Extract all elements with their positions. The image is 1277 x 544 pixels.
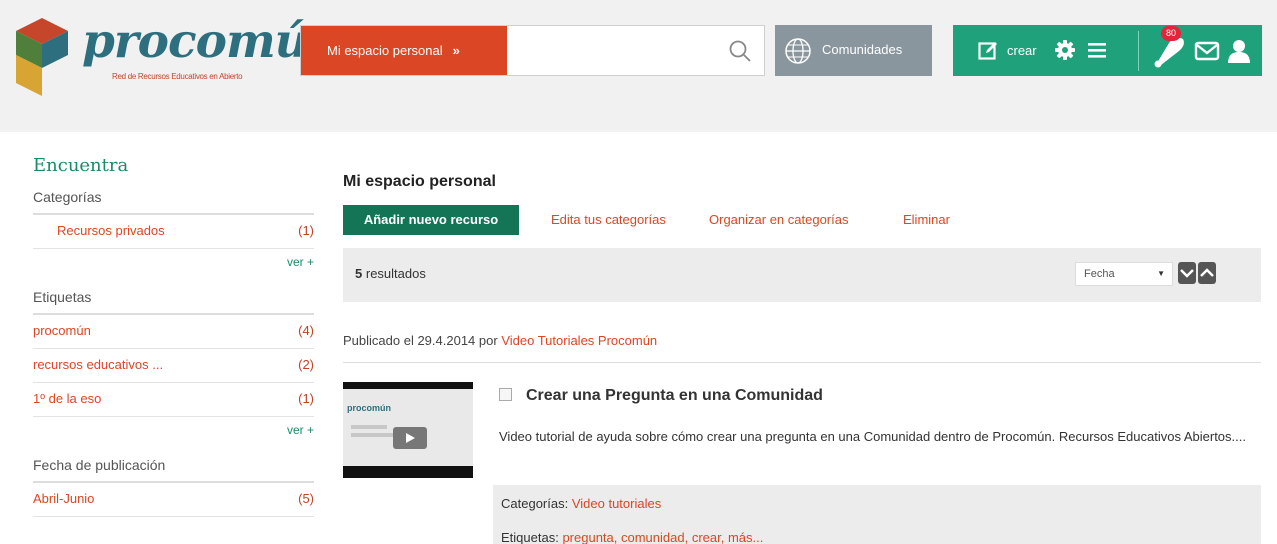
categories-row: Categorías: Video tutoriales (501, 496, 661, 511)
tags-more-link[interactable]: ver + (33, 417, 314, 447)
search-input[interactable] (511, 34, 711, 66)
resource-title-text: Crear una Pregunta en una Comunidad (526, 387, 823, 404)
organize-categories-link[interactable]: Organizar en categorías (709, 205, 848, 235)
categories-heading: Categorías (33, 189, 314, 215)
search-bar: Mi espacio personal » (300, 25, 765, 76)
toolbar-divider (1138, 31, 1139, 71)
results-bar: 5 resultados Fecha ▼ (343, 248, 1261, 302)
search-scope-label: Mi espacio personal (327, 43, 443, 58)
sort-ascending-button[interactable] (1198, 262, 1216, 284)
category-link[interactable]: Video tutoriales (572, 496, 661, 511)
create-link[interactable]: crear (1007, 43, 1037, 58)
filter-item[interactable]: Recursos privados (1) (33, 215, 314, 249)
communities-button[interactable]: Comunidades (775, 25, 932, 76)
sort-select[interactable]: Fecha ▼ (1075, 262, 1173, 286)
filter-label: Abril-Junio (33, 491, 95, 506)
main-content: Mi espacio personal Añadir nuevo recurso… (343, 165, 1261, 544)
resource-title[interactable]: Crear una Pregunta en una Comunidad (499, 387, 823, 405)
date-heading: Fecha de publicación (33, 457, 314, 483)
globe-icon (785, 38, 811, 64)
chevron-down-icon (1180, 269, 1194, 278)
filter-item[interactable]: 1º de la eso (1) (33, 383, 314, 417)
search-scope-button[interactable]: Mi espacio personal » (301, 26, 507, 75)
user-icon[interactable] (1227, 38, 1251, 64)
sidebar-title: Encuentra (33, 155, 129, 176)
published-prefix: Publicado el 29.4.2014 por (343, 333, 498, 348)
results-number: 5 (355, 266, 363, 281)
filter-count: (4) (298, 323, 314, 338)
filter-count: (1) (298, 391, 314, 406)
play-icon (393, 427, 427, 449)
filter-label: recursos educativos ... (33, 357, 164, 372)
page-title: Mi espacio personal (343, 173, 496, 190)
sort-descending-button[interactable] (1178, 262, 1196, 284)
search-icon[interactable] (728, 39, 752, 63)
add-resource-button[interactable]: Añadir nuevo recurso (343, 205, 519, 235)
tags-links[interactable]: pregunta, comunidad, crear, más... (562, 530, 763, 544)
mail-icon[interactable] (1194, 40, 1220, 62)
filter-item[interactable]: recursos educativos ... (2) (33, 349, 314, 383)
caret-down-icon: ▼ (1157, 269, 1165, 278)
tags-label: Etiquetas: (501, 530, 559, 544)
thumbnail-text-line (351, 425, 387, 429)
tags-heading: Etiquetas (33, 289, 314, 315)
menu-icon[interactable] (1086, 41, 1108, 59)
chevron-right-icon: » (452, 43, 460, 58)
resource-thumbnail[interactable]: procomún (343, 382, 473, 478)
published-info: Publicado el 29.4.2014 por Video Tutoria… (343, 333, 657, 348)
logo[interactable]: procomún Red de Recursos Educativos en A… (16, 14, 342, 96)
thumbnail-logo: procomún (347, 403, 391, 413)
logo-tagline: Red de Recursos Educativos en Abierto (112, 72, 243, 81)
filter-sidebar: Encuentra Categorías Recursos privados (… (33, 155, 314, 517)
edit-icon[interactable] (978, 40, 999, 61)
results-count: 5 resultados (355, 266, 426, 281)
action-bar: Añadir nuevo recurso Edita tus categoría… (343, 205, 1261, 235)
sort-value: Fecha (1084, 268, 1115, 280)
results-label: resultados (365, 266, 426, 281)
filter-count: (5) (298, 491, 314, 506)
filter-label: procomún (33, 323, 91, 338)
chevron-up-icon (1200, 268, 1214, 277)
resource-meta: Categorías: Video tutoriales Etiquetas: … (493, 485, 1261, 544)
filter-label: Recursos privados (57, 223, 165, 238)
filter-count: (2) (298, 357, 314, 372)
thumbnail-text-line (351, 433, 393, 437)
filter-count: (1) (298, 223, 314, 238)
divider (343, 362, 1261, 363)
filter-item[interactable]: Abril-Junio (5) (33, 483, 314, 517)
delete-link[interactable]: Eliminar (903, 205, 950, 235)
filter-label: 1º de la eso (33, 391, 102, 406)
categories-label: Categorías: (501, 496, 569, 511)
notifications-badge: 80 (1161, 26, 1181, 41)
author-link[interactable]: Video Tutoriales Procomún (501, 333, 657, 348)
logo-cube-icon (16, 18, 68, 96)
select-checkbox[interactable] (499, 388, 512, 401)
communities-label: Comunidades (822, 42, 903, 57)
categories-more-link[interactable]: ver + (33, 249, 314, 279)
gear-icon[interactable] (1053, 38, 1077, 62)
resource-description: Video tutorial de ayuda sobre cómo crear… (499, 429, 1246, 444)
edit-categories-link[interactable]: Edita tus categorías (551, 205, 666, 235)
tags-row: Etiquetas: pregunta, comunidad, crear, m… (501, 530, 763, 544)
filter-item[interactable]: procomún (4) (33, 315, 314, 349)
user-toolbar: crear 80 (953, 25, 1262, 76)
